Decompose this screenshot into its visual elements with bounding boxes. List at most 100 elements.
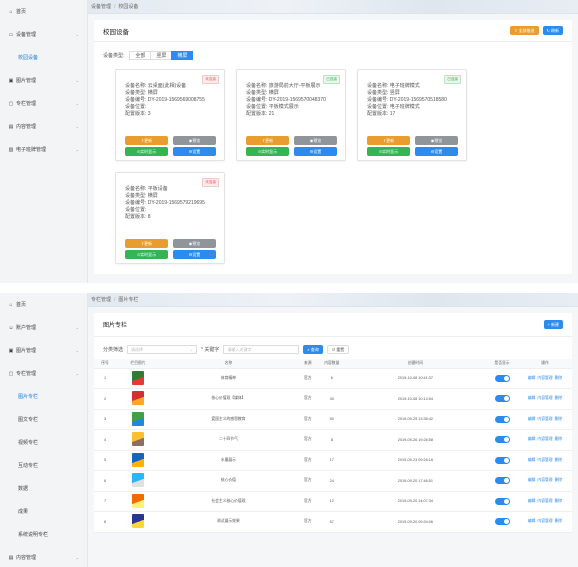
sidebar-item[interactable]: 视频专栏	[0, 431, 87, 454]
manage-content-link[interactable]: 内容管理	[537, 396, 552, 400]
edit-link[interactable]: 编辑	[528, 478, 536, 482]
created-time: 2019-09-20 17:46:51	[344, 470, 486, 492]
manage-content-link[interactable]: 内容管理	[537, 458, 552, 462]
column-name: 核心价值观【媒体】	[160, 388, 297, 410]
thumbnail-cell	[116, 511, 160, 533]
category-select[interactable]: 请选择 ⌄	[127, 345, 198, 354]
settings-button[interactable]: ⚙ 设置	[173, 250, 216, 259]
preview-button[interactable]: ◉ 预览	[173, 239, 216, 248]
sidebar-item[interactable]: ▣ 图片管理 ⌄	[0, 69, 87, 92]
sidebar-item[interactable]: ⌂ 首页	[0, 293, 87, 316]
thumbnail-cell	[116, 491, 160, 512]
sidebar-item[interactable]: ▥ 电子班牌管理 ⌄	[0, 138, 87, 161]
keyword-input[interactable]: 请输入关键字	[223, 345, 300, 354]
filter-tab-landscape[interactable]: 横屏	[171, 51, 194, 60]
refresh-button[interactable]: ↻ 刷新	[542, 26, 563, 35]
edit-link[interactable]: 编辑	[528, 458, 536, 462]
settings-button[interactable]: ⚙ 设置	[294, 147, 337, 156]
sidebar-item[interactable]: ▤ 内容管理 ⌄	[0, 115, 87, 138]
sidebar-item[interactable]: ⌂ 首页	[0, 0, 87, 23]
new-button[interactable]: + 新建	[543, 320, 563, 329]
realtime-button[interactable]: ⊙ 实时显示	[125, 147, 168, 156]
thumbnail-cell	[116, 429, 160, 451]
device-pos: 设备位置:	[125, 207, 147, 213]
search-button[interactable]: ⌕ 查询	[303, 345, 323, 354]
manage-content-link[interactable]: 内容管理	[537, 417, 552, 421]
manage-content-link[interactable]: 内容管理	[537, 437, 552, 441]
manage-content-link[interactable]: 内容管理	[537, 376, 552, 380]
edit-link[interactable]: 编辑	[528, 499, 536, 503]
delete-link[interactable]: 删除	[555, 417, 563, 421]
visibility-toggle[interactable]	[494, 456, 510, 464]
manage-content-link[interactable]: 内容管理	[537, 478, 552, 482]
delete-link[interactable]: 删除	[555, 499, 563, 503]
delete-link[interactable]: 删除	[555, 396, 563, 400]
board-icon: ▥	[8, 146, 14, 153]
edit-link[interactable]: 编辑	[528, 417, 536, 421]
sidebar-item[interactable]: 图片专栏	[0, 385, 87, 408]
sidebar-item[interactable]: 校园设备	[0, 46, 87, 69]
edit-link[interactable]: 编辑	[528, 396, 536, 400]
sidebar-item[interactable]: 图文专栏	[0, 408, 87, 431]
sidebar-item[interactable]: 数据	[0, 477, 87, 500]
push-all-button[interactable]: ⇪ 全部推送	[510, 26, 539, 35]
visibility-toggle[interactable]	[494, 477, 510, 485]
filter-tab-all[interactable]: 全部	[129, 51, 152, 60]
edit-link[interactable]: 编辑	[528, 519, 536, 523]
delete-link[interactable]: 删除	[555, 437, 563, 441]
visibility-toggle[interactable]	[494, 497, 510, 505]
visibility-toggle[interactable]	[494, 395, 510, 403]
chevron-down-icon: ⌄	[75, 32, 79, 37]
column-thumbnail	[132, 514, 144, 529]
delete-link[interactable]: 删除	[555, 458, 563, 462]
preview-button[interactable]: ◉ 预览	[173, 136, 216, 145]
visibility-toggle[interactable]	[494, 415, 510, 423]
sidebar-item[interactable]: 互动专栏	[0, 454, 87, 477]
delete-link[interactable]: 删除	[555, 376, 563, 380]
sidebar-item[interactable]: ▢ 专栏管理 ⌄	[0, 362, 87, 385]
sidebar-item[interactable]: 成果	[0, 500, 87, 523]
reset-label: 重置	[336, 346, 345, 352]
edit-link[interactable]: 编辑	[528, 376, 536, 380]
settings-button[interactable]: ⚙ 设置	[415, 147, 458, 156]
delete-link[interactable]: 删除	[555, 519, 563, 523]
sidebar-item-label: 视频专栏	[18, 440, 39, 446]
created-time: 2019-09-29 13:38:42	[344, 409, 486, 430]
visibility-toggle[interactable]	[494, 436, 510, 444]
sidebar-item[interactable]: ▭ 设备管理 ⌄	[0, 23, 87, 46]
preview-button[interactable]: ◉ 预览	[415, 136, 458, 145]
visibility-toggle[interactable]	[494, 374, 510, 382]
device-type-filter: 设备类型: 全部 竖屏 横屏	[94, 42, 572, 64]
visibility-toggle[interactable]	[494, 518, 510, 526]
settings-button[interactable]: ⚙ 设置	[173, 147, 216, 156]
sidebar-item[interactable]: ☺ 账户管理 ⌄	[0, 316, 87, 339]
column-source: 官方	[296, 368, 319, 389]
reset-button[interactable]: ↺ 重置	[326, 345, 350, 354]
chevron-down-icon: ⌄	[75, 101, 79, 106]
breadcrumb-item[interactable]: 设备管理	[91, 3, 111, 10]
realtime-button[interactable]: ⊙ 实时显示	[125, 250, 168, 259]
update-button[interactable]: ⇪ 更新	[125, 239, 168, 248]
table-row: 8 测试展示效果 官方 57 2019-09-20 09:34:06 编辑 内容管理 删除	[94, 511, 572, 533]
sidebar-item[interactable]: ▣ 图片管理 ⌄	[0, 339, 87, 362]
update-button[interactable]: ⇪ 更新	[367, 136, 410, 145]
status-badge: 已连接	[323, 75, 340, 84]
settings-label: 设置	[192, 148, 201, 154]
preview-button[interactable]: ◉ 预览	[294, 136, 337, 145]
keyword-label: * 关键字	[201, 347, 220, 353]
edit-link[interactable]: 编辑	[528, 437, 536, 441]
manage-content-link[interactable]: 内容管理	[537, 499, 552, 503]
sidebar-item[interactable]: 系统说明专栏	[0, 523, 87, 546]
manage-content-link[interactable]: 内容管理	[537, 519, 552, 523]
realtime-button[interactable]: ⊙ 实时显示	[367, 147, 410, 156]
delete-link[interactable]: 删除	[555, 478, 563, 482]
sidebar-item[interactable]: ▤ 内容管理 ⌄	[0, 546, 87, 567]
realtime-button[interactable]: ⊙ 实时显示	[246, 147, 289, 156]
filter-tab-portrait[interactable]: 竖屏	[150, 51, 173, 60]
sidebar-item[interactable]: ▢ 专栏管理 ⌄	[0, 92, 87, 115]
column-name: 核心价值	[160, 470, 297, 492]
actions-cell: 编辑 内容管理 删除	[518, 450, 572, 471]
update-button[interactable]: ⇪ 更新	[125, 136, 168, 145]
update-button[interactable]: ⇪ 更新	[246, 136, 289, 145]
breadcrumb-item[interactable]: 专栏管理	[91, 296, 111, 303]
